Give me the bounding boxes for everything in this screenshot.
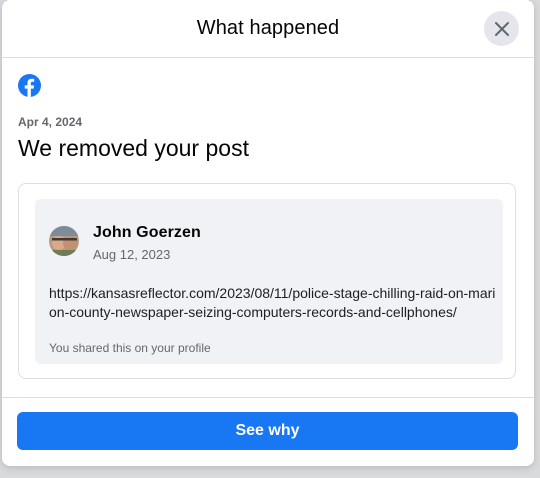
close-icon	[494, 21, 509, 36]
see-why-button[interactable]: See why	[17, 412, 518, 450]
post-card: John Goerzen Aug 12, 2023 https://kansas…	[18, 183, 516, 379]
page-title: We removed your post	[18, 135, 249, 161]
facebook-icon	[18, 74, 41, 97]
footer-divider	[2, 397, 534, 398]
close-button[interactable]	[484, 11, 519, 46]
post-date: Aug 12, 2023	[93, 247, 171, 262]
dialog-title: What happened	[196, 17, 340, 39]
post-author: John Goerzen	[93, 224, 201, 241]
post-link[interactable]: https://kansasreflector.com/2023/08/11/p…	[49, 284, 497, 322]
shared-note: You shared this on your profile	[49, 341, 211, 355]
removal-date: Apr 4, 2024	[18, 115, 83, 129]
dialog-header: What happened	[2, 0, 534, 58]
avatar	[49, 226, 79, 256]
removed-post: John Goerzen Aug 12, 2023 https://kansas…	[35, 199, 503, 364]
what-happened-dialog: What happened Apr 4, 2024 We removed you…	[2, 0, 534, 466]
